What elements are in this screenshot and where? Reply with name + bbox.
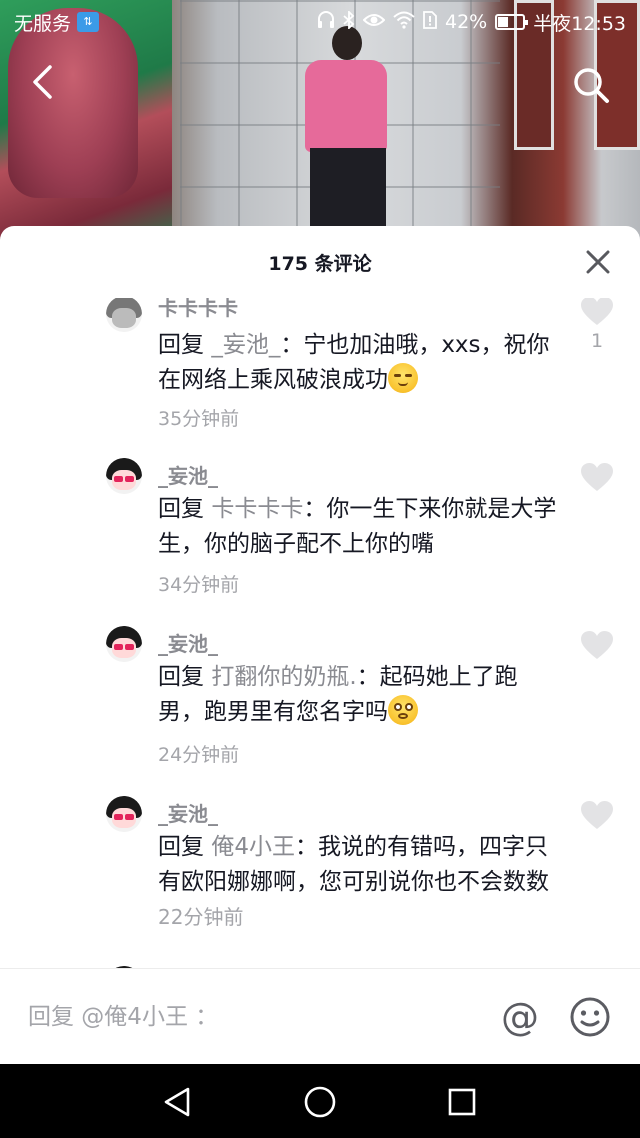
battery-fill xyxy=(498,17,509,27)
wifi-icon xyxy=(393,11,415,33)
close-icon xyxy=(586,250,610,274)
comment-text: 回复 打翻你的奶瓶.：起码她上了跑男，跑男里有您名字吗 xyxy=(158,660,563,730)
triangle-back-icon xyxy=(164,1087,190,1117)
reply-input-bar: @ xyxy=(0,968,640,1064)
emoji-icon xyxy=(570,997,610,1037)
back-arrow-icon xyxy=(33,65,52,99)
avatar[interactable] xyxy=(106,298,142,332)
back-button[interactable] xyxy=(22,60,62,104)
comment-list[interactable]: 卡卡卡卡 回复 _妄池_：宁也加油哦，xxs，祝你在网络上乘风破浪成功 35分钟… xyxy=(0,298,640,968)
separator: ： xyxy=(294,834,318,860)
eye-comfort-icon xyxy=(362,12,386,32)
reply-label: 回复 xyxy=(158,332,204,358)
comment-time: 24分钟前 xyxy=(158,744,240,766)
reply-label: 回复 xyxy=(158,496,204,522)
avatar-face xyxy=(112,308,136,328)
like-count: 1 xyxy=(590,330,604,352)
like-button[interactable] xyxy=(580,462,614,492)
avatar-eye xyxy=(125,644,134,650)
avatar-eye xyxy=(114,814,123,820)
square-recents-icon xyxy=(448,1088,476,1116)
comment-time: 34分钟前 xyxy=(158,574,240,596)
heart-icon xyxy=(581,298,613,325)
like-button[interactable] xyxy=(580,630,614,660)
comment-username[interactable]: _妄池_ xyxy=(158,628,218,657)
reply-label: 回复 xyxy=(158,834,204,860)
mention-link[interactable]: 俺4小王 xyxy=(211,834,295,860)
system-nav-bar xyxy=(0,1064,640,1138)
separator: ： xyxy=(280,332,304,358)
comment-username[interactable]: _妄池_ xyxy=(158,798,218,827)
status-left: 无服务 ⇅ xyxy=(14,9,100,36)
close-button[interactable] xyxy=(584,248,612,276)
carrier-label: 无服务 xyxy=(14,12,72,35)
mention-link[interactable]: 卡卡卡卡 xyxy=(211,496,303,522)
at-icon: @ xyxy=(501,995,539,1039)
heart-icon xyxy=(581,801,613,829)
avatar-eye xyxy=(114,644,123,650)
heart-icon xyxy=(581,463,613,491)
heart-icon xyxy=(581,631,613,659)
comment-username[interactable]: 卡卡卡卡 xyxy=(158,298,238,321)
avatar[interactable] xyxy=(106,458,142,494)
nav-recents-button[interactable] xyxy=(442,1082,482,1122)
mention-link[interactable]: 打翻你的奶瓶. xyxy=(211,664,356,690)
avatar[interactable] xyxy=(106,796,142,832)
comment-count-title: 175 条评论 xyxy=(268,252,372,275)
comment-text: 回复 卡卡卡卡：你一生下来你就是大学生，你的脑子配不上你的嘴 xyxy=(158,492,563,562)
comment-username[interactable]: _妄池_ xyxy=(158,460,218,489)
status-bar: 无服务 ⇅ 42% 半夜12:53 xyxy=(0,0,640,44)
clock: 半夜12:53 xyxy=(533,12,626,35)
status-right: 42% 半夜12:53 xyxy=(317,9,626,36)
nav-home-button[interactable] xyxy=(300,1082,340,1122)
data-usage-icon: ⇅ xyxy=(77,12,100,32)
separator: ： xyxy=(303,496,327,522)
emoji-button[interactable] xyxy=(568,995,612,1039)
comment-time: 35分钟前 xyxy=(158,408,240,430)
mention-link[interactable]: _妄池_ xyxy=(211,332,280,358)
surprised-emoji xyxy=(388,695,418,725)
comment-text: 回复 俺4小王：我说的有错吗，四字只有欧阳娜娜啊，您可别说你也不会数数 22分钟… xyxy=(158,830,563,935)
comment-time: 22分钟前 xyxy=(158,905,244,929)
avatar-eye xyxy=(125,476,134,482)
at-mention-button[interactable]: @ xyxy=(498,995,542,1039)
nav-back-button[interactable] xyxy=(158,1082,198,1122)
search-button[interactable] xyxy=(566,60,616,110)
like-button[interactable] xyxy=(580,298,614,326)
comment-text: 回复 _妄池_：宁也加油哦，xxs，祝你在网络上乘风破浪成功 xyxy=(158,328,563,398)
like-button[interactable] xyxy=(580,800,614,830)
reply-input[interactable] xyxy=(28,997,468,1037)
avatar-eye xyxy=(125,814,134,820)
circle-home-icon xyxy=(304,1086,336,1118)
reply-label: 回复 xyxy=(158,664,204,690)
bluetooth-icon xyxy=(343,9,355,33)
headphones-icon xyxy=(317,11,335,33)
battery-percent: 42% xyxy=(445,11,488,33)
sheet-header: 175 条评论 xyxy=(0,226,640,298)
avatar[interactable] xyxy=(106,626,142,662)
person-body xyxy=(305,60,387,152)
battery-icon xyxy=(495,14,529,30)
avatar-eye xyxy=(114,476,123,482)
search-icon xyxy=(574,68,609,103)
separator: ： xyxy=(356,664,380,690)
sim-alert-icon xyxy=(423,11,437,33)
comment-sheet: 175 条评论 卡卡卡卡 回复 _妄池_：宁也加油哦，xxs，祝你在网络上乘风破… xyxy=(0,226,640,1064)
smirk-emoji xyxy=(388,363,418,393)
